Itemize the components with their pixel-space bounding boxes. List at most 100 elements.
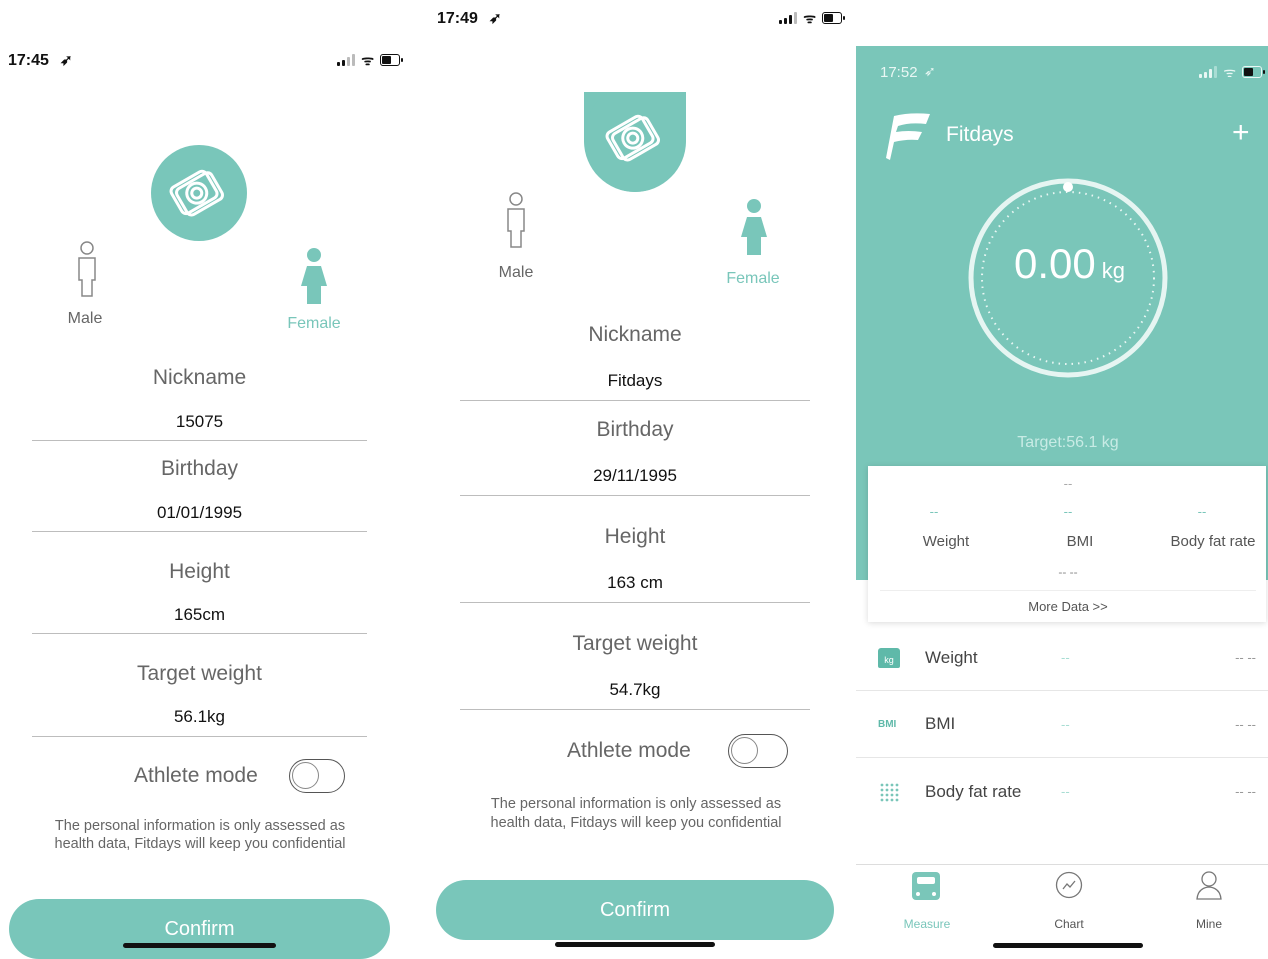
bmi-status: -- -- [1058, 565, 1078, 579]
add-button[interactable]: + [1232, 116, 1250, 150]
status-icons: ᯤ [1199, 64, 1265, 80]
wifi-icon: ᯤ [803, 10, 816, 26]
tab-chart[interactable]: Chart [1038, 866, 1100, 936]
nickname-field[interactable]: 15075 [32, 412, 367, 432]
wifi-icon: ᯤ [361, 52, 374, 68]
privacy-note-line-2: health data, Fitdays will keep you confi… [54, 836, 346, 852]
birthday-label: Birthday [596, 418, 674, 441]
male-label: Male [67, 310, 103, 327]
avatar-camera-button[interactable] [151, 145, 247, 241]
target-weight-field[interactable]: 56.1kg [32, 707, 367, 727]
scale-icon [912, 872, 940, 900]
height-field[interactable]: 165cm [32, 605, 367, 625]
signal-icon [337, 54, 356, 66]
list-item-label: BMI [925, 714, 956, 733]
privacy-note-line-2: health data, Fitdays will keep you confi… [490, 815, 782, 831]
list-item-label: Weight [925, 648, 978, 667]
privacy-note: The personal information is only assesse… [446, 795, 826, 833]
home-indicator[interactable] [123, 943, 276, 948]
athlete-mode-toggle[interactable] [728, 734, 788, 768]
user-icon [1196, 871, 1222, 900]
divider [32, 531, 367, 532]
signal-icon [1199, 66, 1218, 78]
list-item-value: -- [1061, 717, 1070, 732]
camera-icon [169, 169, 224, 217]
status-bar: 17:52 ➶ ᯤ [880, 63, 1265, 94]
weight-unit: kg [1101, 258, 1125, 283]
weight-summary-label: Weight [922, 533, 970, 550]
privacy-note-line-1: The personal information is only assesse… [54, 818, 346, 834]
signal-icon [779, 12, 798, 24]
list-item-weight[interactable]: kg Weight -- -- -- [856, 624, 1268, 690]
athlete-mode-toggle[interactable] [289, 759, 345, 793]
male-icon [507, 192, 525, 248]
divider [460, 602, 810, 603]
avatar-camera-button[interactable] [584, 92, 686, 192]
divider [32, 633, 367, 634]
list-item-body-fat[interactable]: Body fat rate -- -- -- [856, 758, 1268, 824]
male-option[interactable] [499, 191, 533, 253]
height-label: Height [604, 525, 666, 548]
tabbar-divider [856, 864, 1268, 865]
wifi-icon: ᯤ [1223, 64, 1236, 80]
battery-icon [380, 54, 403, 66]
target-weight-label: Target weight [137, 662, 262, 685]
nickname-field[interactable]: Fitdays [460, 371, 810, 391]
chart-icon [1055, 871, 1083, 899]
status-icons: ᯤ [779, 10, 845, 26]
location-icon: ➶ [60, 52, 73, 69]
tab-label: Mine [1195, 917, 1222, 931]
bmi-summary-value: -- [1063, 504, 1073, 519]
divider [32, 736, 367, 737]
height-label: Height [169, 560, 230, 583]
athlete-mode-label: Athlete mode [567, 739, 691, 762]
home-indicator[interactable] [993, 943, 1143, 948]
divider [460, 400, 810, 401]
male-option[interactable] [70, 240, 104, 302]
list-item-bmi[interactable]: BMI BMI -- -- -- [856, 691, 1268, 757]
app-title: Fitdays [946, 123, 1014, 146]
home-indicator[interactable] [555, 942, 715, 947]
list-item-value: -- [1061, 784, 1070, 799]
battery-icon [1242, 66, 1265, 78]
female-icon [301, 248, 327, 304]
gauge-knob [1063, 182, 1073, 192]
camera-icon [605, 114, 660, 162]
confirm-button[interactable]: Confirm [436, 880, 834, 940]
location-icon: ➶ [489, 10, 502, 27]
target-weight-label: Target weight [572, 632, 698, 655]
status-time: 17:49 [437, 10, 478, 27]
status-time: 17:45 [8, 52, 49, 69]
female-option[interactable] [737, 197, 771, 257]
male-label: Male [498, 264, 534, 281]
status-bar: 17:45 ➶ ᯤ [8, 52, 403, 82]
divider [460, 495, 810, 496]
height-field[interactable]: 163 cm [460, 573, 810, 593]
scale-weight-icon: kg [878, 648, 900, 668]
tab-label: Chart [1054, 917, 1084, 931]
status-icons: ᯤ [337, 52, 403, 68]
athlete-mode-label: Athlete mode [134, 764, 258, 787]
tab-measure[interactable]: Measure [896, 866, 958, 936]
target-weight-readout: Target:56.1 kg [1017, 434, 1119, 451]
female-icon [741, 199, 767, 255]
confirm-button[interactable]: Confirm [9, 899, 390, 959]
female-label: Female [287, 315, 341, 332]
weight-value: 0.00 [1014, 240, 1096, 287]
nickname-label: Nickname [588, 323, 682, 346]
tab-label: Measure [903, 917, 951, 931]
birthday-field[interactable]: 29/11/1995 [460, 466, 810, 486]
weight-summary-value: -- [929, 504, 939, 519]
list-item-status: -- -- [1235, 784, 1256, 799]
weight-readout: 0.00 kg [1014, 240, 1125, 288]
more-data-link[interactable]: More Data >> [968, 599, 1168, 614]
target-weight-field[interactable]: 54.7kg [460, 680, 810, 700]
body-fat-summary-label: Body fat rate [1170, 533, 1256, 550]
fitdays-logo [886, 113, 930, 160]
list-item-status: -- -- [1235, 650, 1256, 665]
female-option[interactable] [297, 246, 331, 306]
privacy-note: The personal information is only assesse… [20, 817, 380, 853]
birthday-field[interactable]: 01/01/1995 [32, 503, 367, 523]
tab-mine[interactable]: Mine [1178, 866, 1240, 936]
male-icon [78, 241, 96, 297]
